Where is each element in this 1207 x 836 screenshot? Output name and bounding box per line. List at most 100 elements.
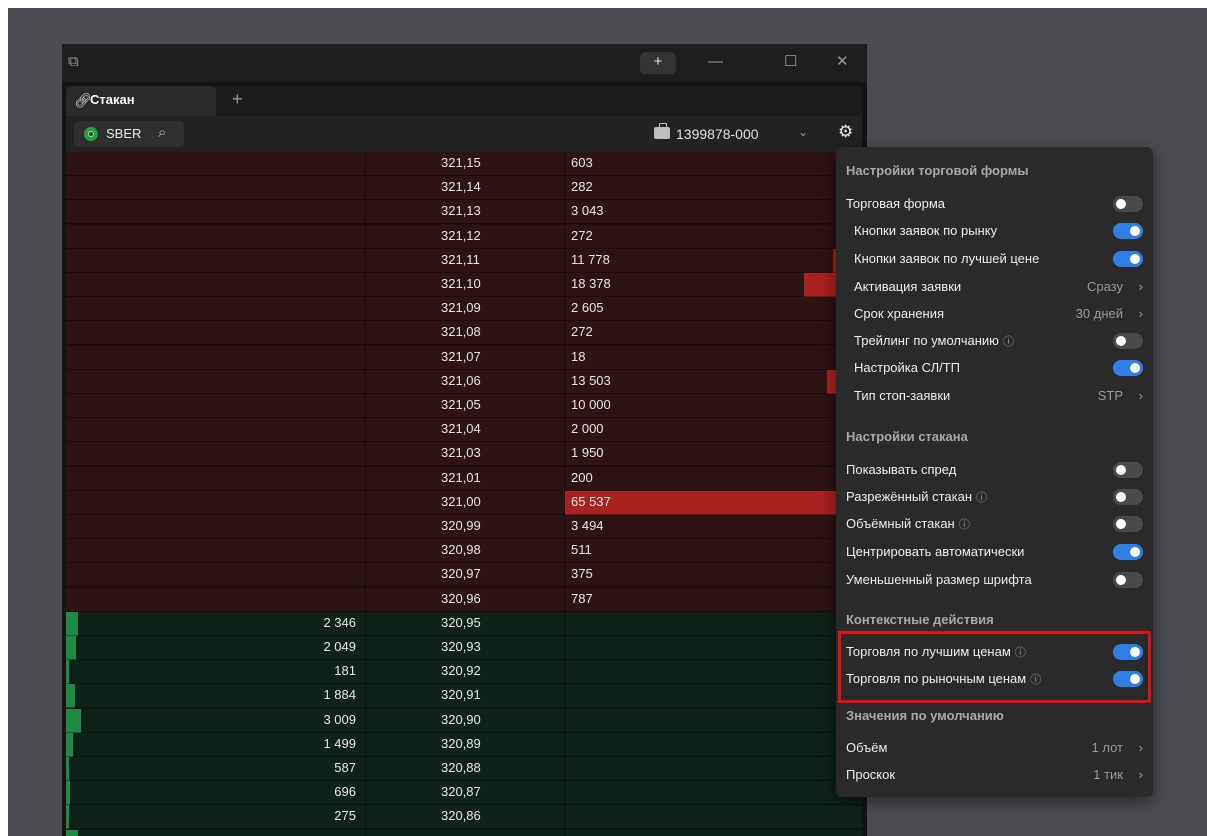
ask-price[interactable]: 321,08 xyxy=(441,324,481,339)
bid-row[interactable]: 2 049 320,93 xyxy=(66,636,862,660)
ask-volume[interactable]: 272 xyxy=(571,228,593,243)
ask-row[interactable]: 321,07 18 xyxy=(66,346,862,370)
best-price-buttons-toggle[interactable] xyxy=(1113,251,1143,267)
order-activation-label[interactable]: Активация заявки xyxy=(854,279,961,294)
ask-price[interactable]: 321,15 xyxy=(441,155,481,170)
info-icon[interactable]: ⓘ xyxy=(1003,336,1014,348)
ask-row[interactable]: 321,04 2 000 xyxy=(66,418,862,442)
ask-volume[interactable]: 2 000 xyxy=(571,421,604,436)
ask-row[interactable]: 321,03 1 950 xyxy=(66,442,862,466)
info-icon[interactable]: ⓘ xyxy=(976,492,987,504)
ask-price[interactable]: 321,13 xyxy=(441,203,481,218)
close-icon[interactable]: ✕ xyxy=(836,52,849,72)
ask-row[interactable]: 320,99 3 494 xyxy=(66,515,862,539)
ask-volume[interactable]: 272 xyxy=(571,324,593,339)
default-trailing-toggle[interactable] xyxy=(1113,333,1143,349)
ask-volume[interactable]: 3 494 xyxy=(571,518,604,533)
bid-volume[interactable]: 3 009 xyxy=(66,712,356,727)
new-window-button[interactable]: + xyxy=(640,52,676,74)
bid-price[interactable]: 320,95 xyxy=(441,615,481,630)
maximize-icon[interactable]: ☐ xyxy=(784,52,797,72)
ask-price[interactable]: 321,10 xyxy=(441,276,481,291)
ask-row[interactable]: 321,14 282 xyxy=(66,176,862,200)
bid-price[interactable]: 320,93 xyxy=(441,639,481,654)
bid-price[interactable]: 320,89 xyxy=(441,736,481,751)
stop-order-type-value[interactable]: STP xyxy=(1098,388,1123,403)
ticker-selector[interactable]: SBER ⌕ xyxy=(74,121,184,147)
bid-price[interactable]: 320,92 xyxy=(441,663,481,678)
window-link-icon[interactable]: ⧉ xyxy=(68,52,79,72)
ask-price[interactable]: 320,98 xyxy=(441,542,481,557)
ask-volume[interactable]: 375 xyxy=(571,566,593,581)
ask-row[interactable]: 321,06 13 503 xyxy=(66,370,862,394)
order-activation-value[interactable]: Сразу xyxy=(1087,279,1123,294)
ask-row[interactable]: 321,11 11 778 xyxy=(66,249,862,273)
search-icon[interactable]: ⌕ xyxy=(158,124,166,141)
storage-period-value[interactable]: 30 дней xyxy=(1076,306,1123,321)
ask-price[interactable]: 320,97 xyxy=(441,566,481,581)
ask-row[interactable]: 321,10 18 378 xyxy=(66,273,862,297)
auto-center-toggle[interactable] xyxy=(1113,544,1143,560)
market-buttons-toggle[interactable] xyxy=(1113,223,1143,239)
bid-volume[interactable]: 587 xyxy=(66,760,356,775)
add-tab-button[interactable]: + xyxy=(232,89,243,110)
ask-price[interactable]: 320,99 xyxy=(441,518,481,533)
bid-row[interactable]: 696 320,87 xyxy=(66,781,862,805)
volume-default-label[interactable]: Объём xyxy=(846,740,887,755)
bid-volume[interactable]: 1 884 xyxy=(66,687,356,702)
ask-price[interactable]: 321,11 xyxy=(441,252,480,267)
ask-volume[interactable]: 10 000 xyxy=(571,397,611,412)
gear-icon[interactable]: ⚙ xyxy=(838,122,853,142)
ask-volume[interactable]: 282 xyxy=(571,179,593,194)
ask-volume[interactable]: 603 xyxy=(571,155,593,170)
bid-volume[interactable]: 181 xyxy=(66,663,356,678)
bid-volume[interactable]: 1 499 xyxy=(66,736,356,751)
slippage-default-label[interactable]: Проскок xyxy=(846,767,895,782)
ask-row[interactable]: 320,97 375 xyxy=(66,563,862,587)
show-spread-toggle[interactable] xyxy=(1113,462,1143,478)
bid-row[interactable]: 587 320,88 xyxy=(66,757,862,781)
ask-price[interactable]: 321,04 xyxy=(441,421,481,436)
ask-row[interactable]: 321,08 272 xyxy=(66,321,862,345)
ask-volume[interactable]: 65 537 xyxy=(571,494,611,509)
tab-order-book[interactable]: 🔗︎ Стакан xyxy=(66,86,216,116)
ask-volume[interactable]: 787 xyxy=(571,591,593,606)
bid-volume[interactable]: 696 xyxy=(66,784,356,799)
ask-row[interactable]: 321,15 603 xyxy=(66,152,862,176)
ask-price[interactable]: 321,06 xyxy=(441,373,481,388)
sparse-book-toggle[interactable] xyxy=(1113,489,1143,505)
bid-row[interactable]: 1 499 320,89 xyxy=(66,733,862,757)
bid-price[interactable]: 320,90 xyxy=(441,712,481,727)
ask-row[interactable]: 321,12 272 xyxy=(66,225,862,249)
ask-row[interactable]: 320,96 787 xyxy=(66,588,862,612)
small-font-toggle[interactable] xyxy=(1113,572,1143,588)
bid-row[interactable]: 2 372320,85 xyxy=(66,830,862,836)
bid-row[interactable]: 275 320,86 xyxy=(66,805,862,829)
volume-book-toggle[interactable] xyxy=(1113,516,1143,532)
info-icon[interactable]: ⓘ xyxy=(959,519,970,531)
minimize-icon[interactable]: — xyxy=(708,52,723,72)
bid-price[interactable]: 320,91 xyxy=(441,687,481,702)
ask-volume[interactable]: 3 043 xyxy=(571,203,604,218)
ask-price[interactable]: 321,12 xyxy=(441,228,481,243)
bid-price[interactable]: 320,88 xyxy=(441,760,481,775)
storage-period-label[interactable]: Срок хранения xyxy=(854,306,944,321)
bid-price[interactable]: 320,87 xyxy=(441,784,481,799)
sltp-setting-toggle[interactable] xyxy=(1113,360,1143,376)
bid-row[interactable]: 2 346 320,95 xyxy=(66,612,862,636)
bid-row[interactable]: 181 320,92 xyxy=(66,660,862,684)
ask-volume[interactable]: 18 xyxy=(571,349,585,364)
ask-row[interactable]: 321,13 3 043 xyxy=(66,200,862,224)
ask-volume[interactable]: 200 xyxy=(571,470,593,485)
ask-row[interactable]: 321,01 200 xyxy=(66,467,862,491)
trading-form-toggle[interactable] xyxy=(1113,196,1143,212)
ask-volume[interactable]: 1 950 xyxy=(571,445,604,460)
ask-row[interactable]: 321,05 10 000 xyxy=(66,394,862,418)
bid-price[interactable]: 320,86 xyxy=(441,808,481,823)
ask-volume[interactable]: 11 778 xyxy=(571,252,610,267)
bid-row[interactable]: 3 009 320,90 xyxy=(66,709,862,733)
stop-order-type-label[interactable]: Тип стоп-заявки xyxy=(854,388,950,403)
ask-price[interactable]: 321,09 xyxy=(441,300,481,315)
ask-row[interactable]: 320,98 511 xyxy=(66,539,862,563)
ask-volume[interactable]: 511 xyxy=(571,542,592,557)
